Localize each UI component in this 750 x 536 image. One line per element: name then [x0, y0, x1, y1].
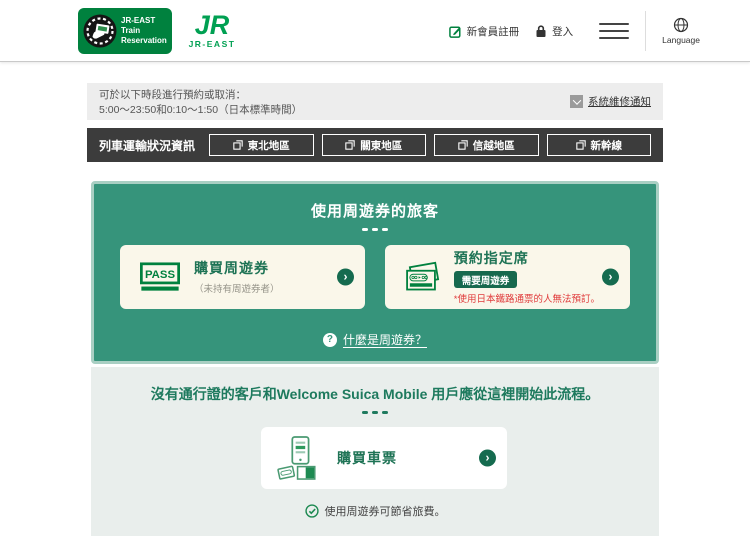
- logo-line-2: Train: [121, 26, 141, 35]
- header-actions: 新會員註冊 登入 Language: [448, 0, 700, 62]
- pass-section-title: 使用周遊券的旅客: [310, 203, 439, 220]
- chevron-down-icon[interactable]: [570, 95, 583, 108]
- pass-holders-section: 使用周遊券的旅客 PASS 購買周遊券 （未持有周遊券者） › 預約指定席 需要…: [91, 181, 659, 364]
- train-status-label: 列車運輸狀況資訊: [99, 138, 196, 153]
- status-button-kanto[interactable]: 關東地區: [321, 134, 427, 156]
- external-link-icon: [575, 140, 586, 150]
- lock-icon: [536, 25, 546, 37]
- buy-pass-title: 購買周遊券: [194, 260, 269, 276]
- hand-ticket-emblem-icon: [83, 14, 117, 48]
- status-button-label: 信越地區: [472, 139, 515, 152]
- status-button-shinetsu[interactable]: 信越地區: [434, 134, 539, 156]
- language-button[interactable]: Language: [662, 17, 700, 45]
- chevron-right-icon: [602, 268, 619, 285]
- register-link[interactable]: 新會員註冊: [448, 24, 520, 39]
- savings-tip: 使用周遊券可節省旅費。: [91, 503, 659, 519]
- external-link-icon: [458, 140, 468, 150]
- train-status-bar: 列車運輸狀況資訊 東北地區 關東地區 信越地區 新幹線: [87, 128, 663, 162]
- notice-bar: 可於以下時段進行預約或取消： 5:00～23:50和0:10～1:50（日本標準…: [87, 83, 663, 120]
- status-button-label: 東北地區: [247, 139, 290, 152]
- logo-text: JR-EAST Train Reservation: [121, 16, 167, 46]
- maintenance-link[interactable]: 系統維修通知: [588, 94, 651, 109]
- pass-ticket-icon: PASS: [140, 261, 180, 291]
- reserve-seat-title: 預約指定席: [453, 250, 529, 267]
- status-button-tohoku[interactable]: 東北地區: [209, 134, 314, 156]
- header: JR-EAST Train Reservation JR JR-EAST 新會員…: [0, 0, 750, 62]
- tickets-icon: [406, 261, 440, 290]
- chevron-right-icon: [337, 268, 354, 285]
- buy-pass-card-body: 購買周遊券 （未持有周遊券者）: [194, 258, 280, 295]
- reserve-seat-card-body: 預約指定席 需要周遊券 *使用日本鐵路通票的人無法預訂。: [453, 248, 600, 305]
- register-label: 新會員註冊: [466, 25, 520, 38]
- hamburger-icon: [599, 23, 630, 25]
- train-reservation-logo[interactable]: JR-EAST Train Reservation: [78, 8, 172, 54]
- question-icon: [322, 332, 337, 347]
- maintenance-notice: 系統維修通知: [570, 94, 651, 109]
- notice-line-1: 可於以下時段進行預約或取消：: [99, 89, 246, 101]
- dash-decoration: [94, 228, 656, 231]
- header-divider: [645, 11, 647, 51]
- jr-mark: JR: [195, 11, 230, 40]
- login-link[interactable]: 登入: [535, 24, 573, 39]
- buy-ticket-card[interactable]: 購買車票: [261, 427, 507, 489]
- pass-required-badge: 需要周遊券: [453, 271, 518, 289]
- reserve-seat-card[interactable]: 預約指定席 需要周遊券 *使用日本鐵路通票的人無法預訂。: [385, 244, 630, 309]
- what-is-pass-link[interactable]: 什麼是周遊券？: [94, 331, 656, 348]
- logo-line-1: JR-EAST: [121, 16, 156, 25]
- language-label: Language: [662, 35, 700, 45]
- menu-button[interactable]: [599, 23, 630, 39]
- status-button-shinkansen[interactable]: 新幹線: [546, 134, 652, 156]
- dash-decoration: [91, 411, 659, 414]
- what-is-pass-label: 什麼是周遊券？: [342, 333, 427, 347]
- no-pass-section: 沒有通行證的客戶和Welcome Suica Mobile 用戶應從這裡開始此流…: [91, 367, 659, 536]
- reservation-hours-notice: 可於以下時段進行預約或取消： 5:00～23:50和0:10～1:50（日本標準…: [99, 88, 651, 118]
- phone-ticket-icon: [277, 436, 316, 480]
- no-pass-heading: 沒有通行證的客戶和Welcome Suica Mobile 用戶應從這裡開始此流…: [150, 386, 600, 402]
- external-link-icon: [345, 140, 355, 150]
- jr-east-logo: JR JR-EAST: [189, 11, 236, 49]
- savings-tip-label: 使用周遊券可節省旅費。: [324, 506, 446, 518]
- pass-cards-row: PASS 購買周遊券 （未持有周遊券者） › 預約指定席 需要周遊券 *使用日本…: [94, 244, 656, 309]
- notice-line-2: 5:00～23:50和0:10～1:50（日本標準時間）: [99, 104, 303, 117]
- external-link-icon: [233, 140, 243, 150]
- pass-icon-label: PASS: [145, 268, 176, 280]
- logo-line-3: Reservation: [121, 36, 167, 45]
- buy-pass-subtitle: （未持有周遊券者）: [194, 284, 280, 295]
- status-button-label: 關東地區: [360, 139, 403, 152]
- chevron-right-icon: [479, 449, 496, 467]
- japan-rail-pass-note: *使用日本鐵路通票的人無法預訂。: [453, 293, 600, 305]
- login-label: 登入: [552, 25, 574, 38]
- jr-label: JR-EAST: [189, 39, 236, 49]
- buy-pass-card[interactable]: PASS 購買周遊券 （未持有周遊券者）: [120, 244, 365, 309]
- status-button-label: 新幹線: [590, 139, 623, 152]
- buy-ticket-title: 購買車票: [337, 450, 397, 466]
- globe-icon: [673, 17, 689, 33]
- check-circle-icon: [304, 504, 319, 518]
- register-pencil-icon: [448, 25, 461, 38]
